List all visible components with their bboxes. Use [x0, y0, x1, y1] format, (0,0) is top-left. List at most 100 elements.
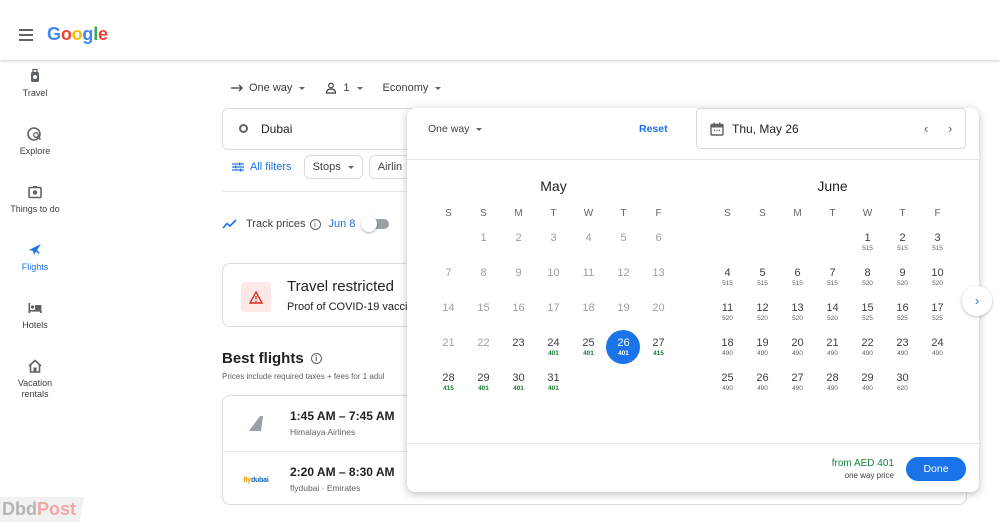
day-price: 490 [862, 350, 873, 357]
calendar-day: 8 [466, 260, 501, 295]
day-price: 490 [827, 350, 838, 357]
day-number: 25 [721, 372, 734, 384]
calendar-day[interactable]: 21 490 [815, 330, 850, 365]
empty-cell [745, 225, 780, 260]
calendar-day[interactable]: 1 515 [850, 225, 885, 260]
day-price: 515 [722, 280, 733, 287]
calendar-day[interactable]: 2 515 [885, 225, 920, 260]
calendar-day[interactable]: 24 401 [536, 330, 571, 365]
calendar-day[interactable]: 30 620 [885, 365, 920, 400]
sidebar-item-things-to-do[interactable]: Things to do [0, 184, 70, 215]
calendar-day[interactable]: 14 520 [815, 295, 850, 330]
sidebar-item-vacation-rentals[interactable]: Vacation rentals [0, 358, 70, 400]
day-price: 401 [618, 350, 629, 357]
calendar-day[interactable]: 23 490 [885, 330, 920, 365]
departure-date-input[interactable]: Thu, May 26 ‹ › [696, 108, 966, 149]
calendar-day[interactable]: 31 401 [536, 365, 571, 400]
day-number: 13 [791, 302, 804, 314]
caret-down-icon [347, 165, 354, 169]
cabin-class-select[interactable]: Economy [383, 82, 442, 94]
day-price: 515 [757, 280, 768, 287]
calendar-day[interactable]: 22 490 [850, 330, 885, 365]
next-month-button[interactable]: › [962, 286, 992, 316]
calendar-day[interactable]: 20 490 [780, 330, 815, 365]
day-number: 29 [477, 372, 490, 384]
day-price: 490 [757, 350, 768, 357]
info-icon[interactable]: i [310, 353, 322, 364]
calendar-day[interactable]: 16 525 [885, 295, 920, 330]
calendar-day[interactable]: 7 515 [815, 260, 850, 295]
calendar-day[interactable]: 4 515 [710, 260, 745, 295]
airlines-filter-chip[interactable]: Airlin [368, 155, 412, 179]
sidebar-item-flights[interactable]: Flights [0, 242, 70, 273]
day-number: 30 [512, 372, 525, 384]
calendar-day[interactable]: 15 525 [850, 295, 885, 330]
sidebar-item-hotels[interactable]: Hotels [0, 300, 70, 331]
weekday-label: W [583, 208, 594, 219]
day-price: 515 [897, 245, 908, 252]
calendar-day[interactable]: 19 490 [745, 330, 780, 365]
calendar-day[interactable]: 27 415 [641, 330, 676, 365]
reset-button[interactable]: Reset [639, 123, 668, 135]
weekday-label: F [655, 208, 662, 219]
calendar-day-selected[interactable]: 26 401 [606, 330, 641, 365]
weekday-label: S [445, 208, 452, 219]
stops-filter-chip[interactable]: Stops [303, 155, 363, 179]
flydubai-logo: flydubai [243, 476, 269, 484]
menu-icon[interactable] [19, 29, 33, 44]
calendar-day: 21 [431, 330, 466, 365]
date-picker-trip-type-select[interactable]: One way [428, 123, 483, 135]
calendar-day[interactable]: 12 520 [745, 295, 780, 330]
day-number: 30 [896, 372, 909, 384]
calendar-day[interactable]: 30 401 [501, 365, 536, 400]
trip-type-select[interactable]: One way [230, 82, 306, 94]
calendar-day[interactable]: 13 520 [780, 295, 815, 330]
info-icon[interactable]: i [309, 218, 321, 230]
day-number: 2 [899, 232, 906, 244]
calendar-day[interactable]: 8 520 [850, 260, 885, 295]
sidebar-item-travel[interactable]: Travel [0, 68, 70, 99]
sidebar-item-explore[interactable]: Explore [0, 126, 70, 157]
passengers-select[interactable]: 1 [325, 82, 363, 94]
calendar-day[interactable]: 10 520 [920, 260, 955, 295]
calendar-day[interactable]: 29 401 [466, 365, 501, 400]
calendar-day[interactable]: 28 415 [431, 365, 466, 400]
calendar-day[interactable]: 27 490 [780, 365, 815, 400]
day-number: 9 [899, 267, 906, 279]
calendar-day[interactable]: 18 490 [710, 330, 745, 365]
calendar-day[interactable]: 11 520 [710, 295, 745, 330]
weekday-label: S [724, 208, 731, 219]
day-price: 490 [722, 385, 733, 392]
day-price: 515 [792, 280, 803, 287]
google-logo[interactable]: Google [47, 24, 108, 45]
calendar-day[interactable]: 5 515 [745, 260, 780, 295]
calendar-day[interactable]: 25 490 [710, 365, 745, 400]
day-price: 401 [548, 350, 559, 357]
day-price: 520 [897, 280, 908, 287]
calendar-day[interactable]: 3 515 [920, 225, 955, 260]
luggage-icon [31, 68, 39, 82]
day-price: 401 [548, 385, 559, 392]
calendar-day[interactable]: 17 525 [920, 295, 955, 330]
calendar-day[interactable]: 6 515 [780, 260, 815, 295]
calendar-day[interactable]: 23 [501, 330, 536, 365]
day-number: 27 [791, 372, 804, 384]
calendar-day[interactable]: 9 520 [885, 260, 920, 295]
previous-date-button[interactable]: ‹ [924, 121, 928, 136]
calendar-day[interactable]: 25 401 [571, 330, 606, 365]
all-filters-button[interactable]: All filters [232, 161, 292, 173]
next-date-button[interactable]: › [948, 121, 952, 136]
track-prices-toggle[interactable] [361, 216, 390, 232]
weekday-label: M [793, 208, 802, 219]
day-price: 520 [722, 315, 733, 322]
calendar-day[interactable]: 24 490 [920, 330, 955, 365]
calendar-day[interactable]: 29 490 [850, 365, 885, 400]
calendar-day: 13 [641, 260, 676, 295]
calendar-day[interactable]: 28 490 [815, 365, 850, 400]
day-number: 17 [547, 302, 560, 314]
weekday-label: T [829, 208, 836, 219]
day-price: 520 [757, 315, 768, 322]
calendar-day[interactable]: 26 490 [745, 365, 780, 400]
done-button[interactable]: Done [906, 457, 966, 481]
month-title: May [540, 178, 567, 194]
